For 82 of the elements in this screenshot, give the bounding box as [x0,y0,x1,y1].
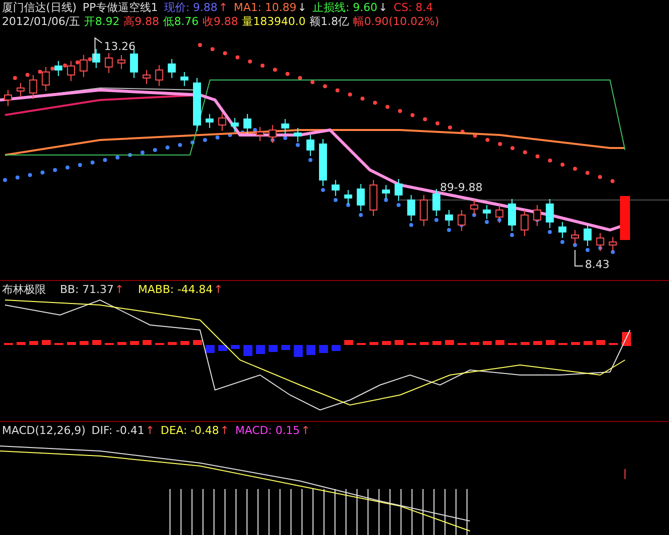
quote-value: 开8.92 [84,15,120,28]
indicator-readout: MACD: 0.15 [235,424,300,437]
candlestick [571,230,579,244]
candlestick [155,64,164,86]
candlestick [420,194,428,226]
candlestick [458,210,466,232]
quote-value: 2012/01/06/五 [2,15,80,28]
candlestick [142,70,151,84]
candlestick [356,184,365,212]
candlestick [608,236,617,252]
candlestick [130,48,138,78]
candlestick [382,184,390,200]
candlestick [54,60,62,76]
candlestick [104,52,113,74]
candlestick [344,190,352,204]
panel-title: MACD(12,26,9) [2,424,86,437]
candlestick [445,210,453,226]
candlestick [596,232,604,252]
candlestick [67,60,75,82]
price-label: 13.26 [104,40,136,53]
quote-value: 额1.8亿 [310,15,350,28]
candlestick [206,114,214,128]
candlestick [546,198,554,228]
candlestick [332,180,340,196]
candlestick [168,58,176,78]
candlestick [243,114,252,134]
candlestick [394,178,403,202]
trend-arrow: ↑ [300,424,310,437]
candlestick [369,180,378,216]
indicator-readout: CS: 8.4 [394,1,433,14]
quote-value: 收9.88 [202,15,238,28]
candlestick [558,222,566,238]
candlestick [92,48,100,68]
candlestick [407,194,416,222]
candlestick [620,196,630,240]
trend-arrow: ↓ [378,1,388,14]
candlestick [29,74,38,100]
quote-value: 量183940.0 [242,15,306,28]
candlestick [508,198,516,232]
quote-value: 低8.76 [163,15,199,28]
trend-arrow: ↑ [220,424,230,437]
price-label: 89-9.88 [440,181,482,194]
indicator-readout: MA1: 10.89 [234,1,296,14]
trend-arrow: ↑ [145,424,155,437]
candlestick [268,124,277,144]
candlestick [193,78,201,132]
price-label: 8.43 [585,258,610,271]
candlestick [495,204,504,224]
quote-value: 高9.88 [124,15,160,28]
candlestick [4,90,12,106]
indicator-readout: DEA: -0.48 [160,424,220,437]
candlestick [180,72,188,86]
indicator-title: PP专做逼空线1 [82,1,158,14]
trend-arrow: ↓ [298,1,307,14]
indicator-readout: DIF: -0.41 [92,424,144,437]
candlestick [482,204,491,220]
candlestick [432,188,440,216]
quote-value: 幅0.90(10.02%) [353,15,440,28]
candlestick [533,204,542,226]
candlestick [294,128,302,142]
candlestick [306,134,314,156]
candlestick [218,112,226,132]
indicator-readout: 止损线: 9.60 [312,1,378,14]
candlestick [281,118,290,134]
panel-title: 布林极限 [2,283,46,296]
candlestick [42,66,50,92]
indicator-readout: 现价: 9.88 [164,1,218,14]
candlestick [256,126,264,142]
trend-arrow: ↑ [218,1,228,14]
candlestick [80,54,88,78]
candlestick [520,210,529,236]
trend-arrow: ↑ [214,283,224,296]
candlestick [230,118,239,132]
candlestick [16,82,25,98]
indicator-readout: BB: 71.37 [60,283,114,296]
trend-arrow: ↑ [114,283,124,296]
candlestick [117,54,126,70]
candlestick [319,138,327,186]
candlestick [470,200,478,216]
indicator-readout: MABB: -44.84 [138,283,213,296]
stock-title: 厦门信达(日线) [2,1,77,14]
candlestick [584,224,592,246]
